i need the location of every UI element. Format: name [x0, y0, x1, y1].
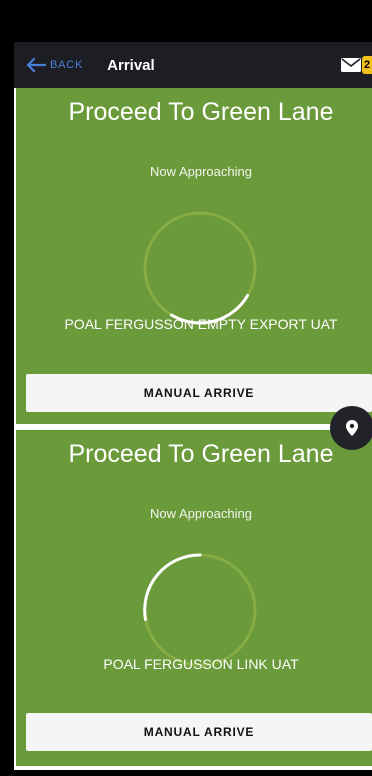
- card-title: Proceed To Green Lane: [68, 98, 334, 126]
- bottom-bar: [0, 770, 372, 776]
- progress-ring: [143, 211, 257, 325]
- app-header: BACK Arrival 2: [14, 42, 372, 88]
- arrival-list: Proceed To Green Lane Now Approaching PO…: [14, 88, 372, 770]
- location-fab[interactable]: [330, 406, 372, 450]
- manual-arrive-button[interactable]: MANUAL ARRIVE: [26, 713, 372, 751]
- mail-count-badge: 2: [362, 56, 372, 74]
- arrival-card: Proceed To Green Lane Now Approaching PO…: [16, 88, 372, 424]
- back-button[interactable]: BACK: [26, 58, 83, 72]
- map-pin-icon: [346, 420, 358, 436]
- mail-icon: [341, 58, 361, 72]
- port-name: POAL FERGUSSON LINK UAT: [103, 656, 299, 672]
- manual-arrive-button[interactable]: MANUAL ARRIVE: [26, 374, 372, 412]
- arrow-left-icon: [26, 58, 46, 72]
- arrival-card: Proceed To Green Lane Now Approaching PO…: [16, 430, 372, 766]
- approach-status: Now Approaching: [150, 164, 252, 179]
- back-label: BACK: [50, 59, 84, 71]
- card-title: Proceed To Green Lane: [68, 440, 334, 468]
- progress-ring: [143, 553, 257, 667]
- port-name: POAL FERGUSSON EMPTY EXPORT UAT: [64, 316, 338, 332]
- page-title: Arrival: [107, 56, 155, 74]
- status-bar: [0, 0, 372, 42]
- approach-status: Now Approaching: [150, 506, 252, 521]
- mail-button[interactable]: 2: [340, 54, 372, 76]
